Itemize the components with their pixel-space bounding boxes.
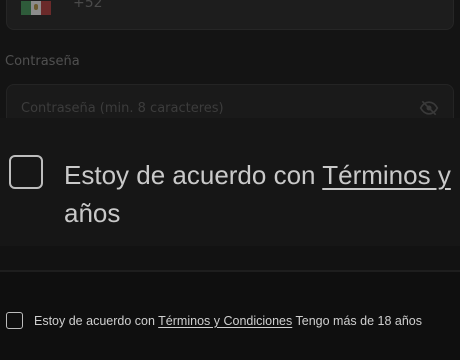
password-label: Contraseña [5, 54, 80, 69]
terms-text-zoomed: Estoy de acuerdo con Términos y años [64, 156, 460, 232]
terms-text: Estoy de acuerdo con Términos y Condicio… [34, 312, 458, 331]
terms-link-zoomed[interactable]: Términos y [322, 160, 451, 190]
terms-prefix-zoomed: Estoy de acuerdo con [64, 160, 323, 190]
signup-screen: +52 Contraseña Contraseña (min. 8 caract… [0, 0, 460, 360]
terms-age-zoomed: años [64, 198, 121, 228]
terms-age: Tengo más de 18 años [292, 314, 423, 328]
password-placeholder: Contraseña (min. 8 caracteres) [21, 101, 224, 116]
terms-link[interactable]: Términos y Condiciones [158, 314, 292, 328]
terms-zoom-panel: Estoy de acuerdo con Términos y años [0, 118, 460, 246]
terms-row: Estoy de acuerdo con Términos y Condicio… [0, 300, 460, 360]
dial-code: +52 [73, 0, 103, 11]
terms-prefix: Estoy de acuerdo con [34, 314, 159, 328]
eye-off-icon[interactable] [419, 98, 439, 118]
mexico-flag-icon [21, 1, 51, 15]
divider [0, 270, 460, 272]
terms-checkbox-zoomed[interactable] [9, 155, 43, 189]
phone-field[interactable]: +52 [6, 0, 454, 30]
section-spacer [0, 246, 460, 270]
terms-checkbox[interactable] [6, 312, 23, 329]
